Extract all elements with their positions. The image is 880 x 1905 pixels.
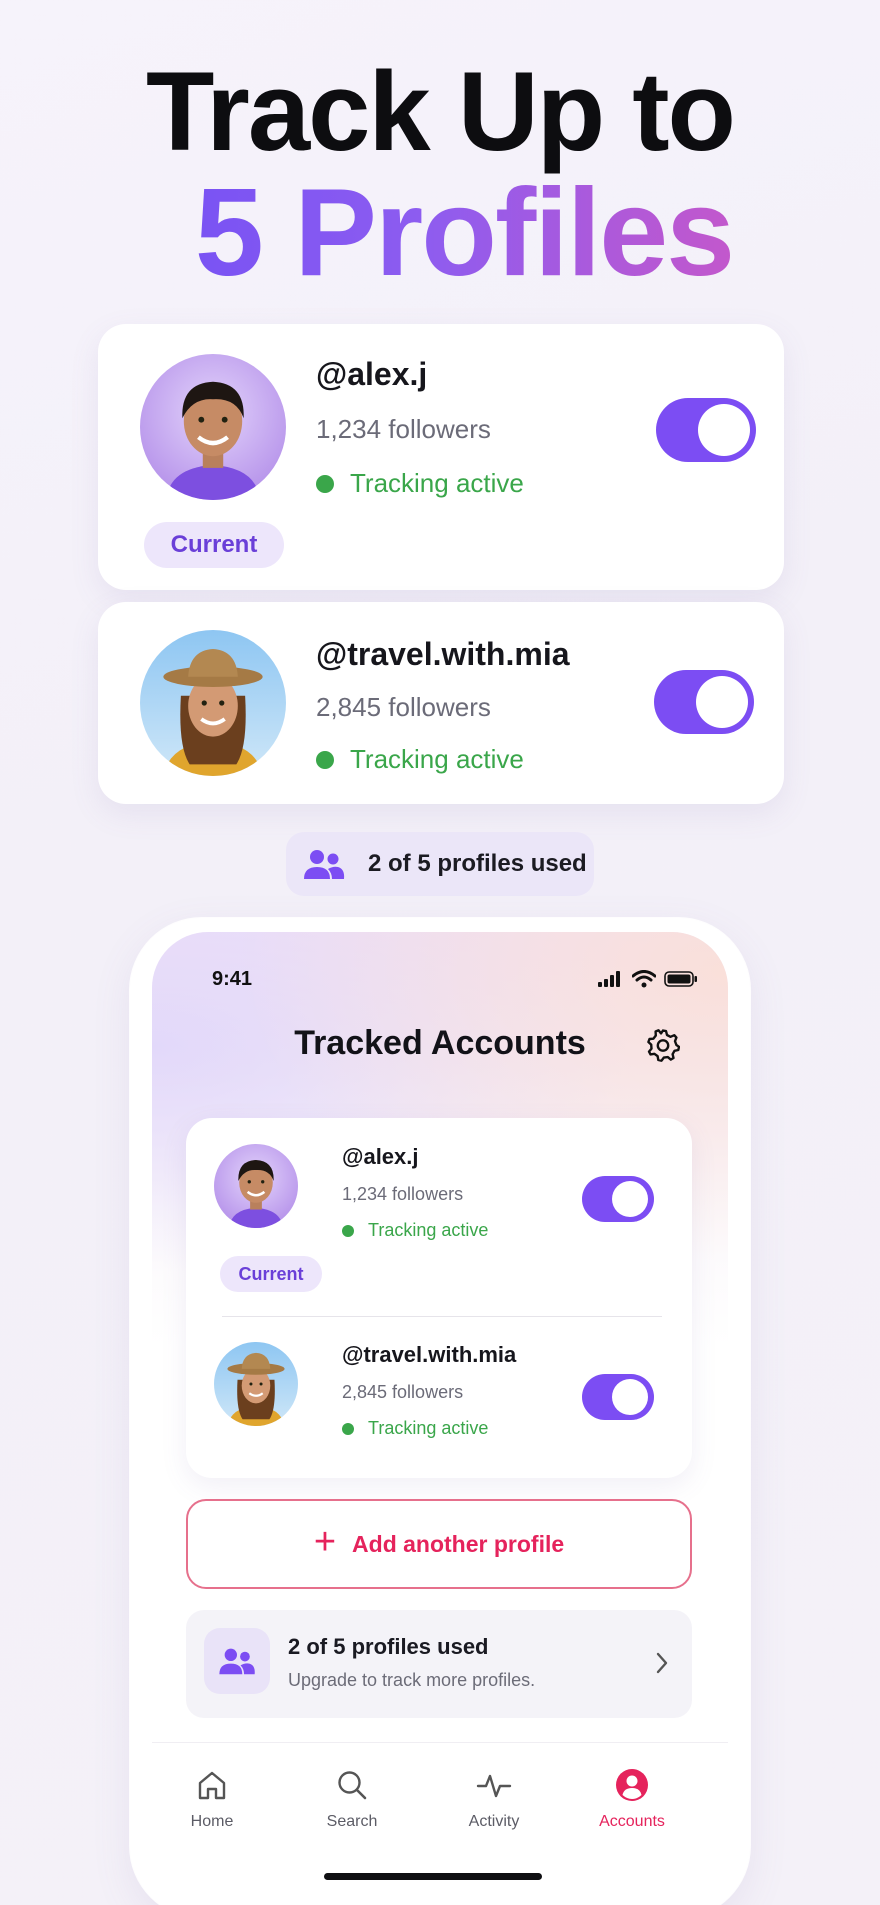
tracking-status-label: Tracking active bbox=[350, 744, 524, 774]
tab-label: Search bbox=[326, 1813, 378, 1830]
tracking-toggle[interactable] bbox=[656, 398, 756, 462]
tracking-status: Tracking active bbox=[316, 744, 524, 775]
phone-mockup: 9:41 Tracked Accounts Current @alex.j 1,… bbox=[130, 918, 750, 1905]
divider bbox=[222, 1316, 662, 1317]
current-badge: Current bbox=[144, 522, 284, 568]
tab-label: Activity bbox=[468, 1813, 520, 1830]
people-icon bbox=[204, 1628, 270, 1694]
activity-icon bbox=[476, 1774, 512, 1798]
status-dot bbox=[342, 1422, 354, 1435]
status-icons bbox=[598, 970, 698, 988]
status-time: 9:41 bbox=[212, 968, 253, 990]
avatar bbox=[214, 1342, 298, 1426]
tracking-status: Tracking active bbox=[342, 1418, 488, 1439]
account-icon bbox=[616, 1769, 648, 1801]
follower-count: 1,234 followers bbox=[342, 1184, 464, 1204]
wifi-icon bbox=[632, 970, 656, 988]
tab-accounts[interactable]: Accounts bbox=[572, 1767, 692, 1831]
avatar bbox=[214, 1144, 298, 1228]
tab-home[interactable]: Home bbox=[152, 1767, 272, 1831]
upgrade-banner[interactable]: 2 of 5 profiles used Upgrade to track mo… bbox=[186, 1610, 692, 1718]
upgrade-title: 2 of 5 profiles used bbox=[288, 1634, 489, 1659]
tab-activity[interactable]: Activity bbox=[434, 1767, 554, 1831]
search-icon bbox=[338, 1771, 367, 1800]
current-badge: Current bbox=[220, 1256, 322, 1292]
phone-screen: 9:41 Tracked Accounts Current @alex.j 1,… bbox=[152, 932, 728, 1905]
profile-handle: @travel.with.mia bbox=[342, 1342, 517, 1367]
tracking-toggle[interactable] bbox=[582, 1374, 654, 1420]
tab-search[interactable]: Search bbox=[292, 1767, 412, 1831]
profile-handle: @travel.with.mia bbox=[316, 636, 570, 672]
gear-icon[interactable] bbox=[646, 1028, 680, 1062]
hero-title-line2: 5 Profiles bbox=[24, 168, 880, 298]
add-profile-button[interactable]: + Add another profile bbox=[186, 1499, 692, 1589]
tracking-toggle[interactable] bbox=[582, 1176, 654, 1222]
avatar bbox=[140, 354, 286, 500]
tracking-status: Tracking active bbox=[342, 1220, 488, 1241]
add-profile-label: Add another profile bbox=[352, 1530, 565, 1557]
signal-icon bbox=[598, 971, 620, 987]
plus-icon: + bbox=[313, 1521, 337, 1563]
tab-bar: Home Search Activity Accounts bbox=[152, 1742, 728, 1905]
home-icon bbox=[198, 1771, 226, 1800]
tracking-status-label: Tracking active bbox=[368, 1220, 489, 1240]
tracking-status-label: Tracking active bbox=[350, 468, 524, 498]
people-icon bbox=[304, 850, 345, 879]
profiles-used-pill: 2 of 5 profiles used bbox=[286, 832, 594, 896]
chevron-right-icon bbox=[656, 1652, 668, 1674]
tab-label: Home bbox=[190, 1813, 234, 1830]
hero-title-line1: Track Up to bbox=[146, 49, 736, 174]
profiles-used-text: 2 of 5 profiles used bbox=[368, 850, 587, 877]
tracking-status: Tracking active bbox=[316, 468, 524, 499]
screen-title: Tracked Accounts bbox=[294, 1024, 586, 1062]
follower-count: 2,845 followers bbox=[342, 1382, 464, 1402]
upgrade-subtitle: Upgrade to track more profiles. bbox=[288, 1670, 536, 1690]
tracking-status-label: Tracking active bbox=[368, 1418, 489, 1438]
status-dot bbox=[316, 750, 334, 769]
tracked-accounts-list: Current @alex.j 1,234 followers Tracking… bbox=[186, 1118, 692, 1478]
status-dot bbox=[342, 1224, 354, 1237]
avatar bbox=[140, 630, 286, 776]
profile-handle: @alex.j bbox=[342, 1144, 419, 1169]
tracking-toggle[interactable] bbox=[654, 670, 754, 734]
profile-card-alex[interactable]: Current @alex.j 1,234 followers Tracking… bbox=[98, 324, 784, 590]
home-indicator[interactable] bbox=[324, 1873, 542, 1880]
battery-icon bbox=[664, 971, 697, 987]
follower-count: 2,845 followers bbox=[316, 692, 491, 722]
profile-card-mia[interactable]: @travel.with.mia 2,845 followers Trackin… bbox=[98, 602, 784, 804]
follower-count: 1,234 followers bbox=[316, 414, 491, 444]
profile-handle: @alex.j bbox=[316, 356, 428, 392]
tab-label: Accounts bbox=[599, 1813, 665, 1830]
status-dot bbox=[316, 474, 334, 493]
